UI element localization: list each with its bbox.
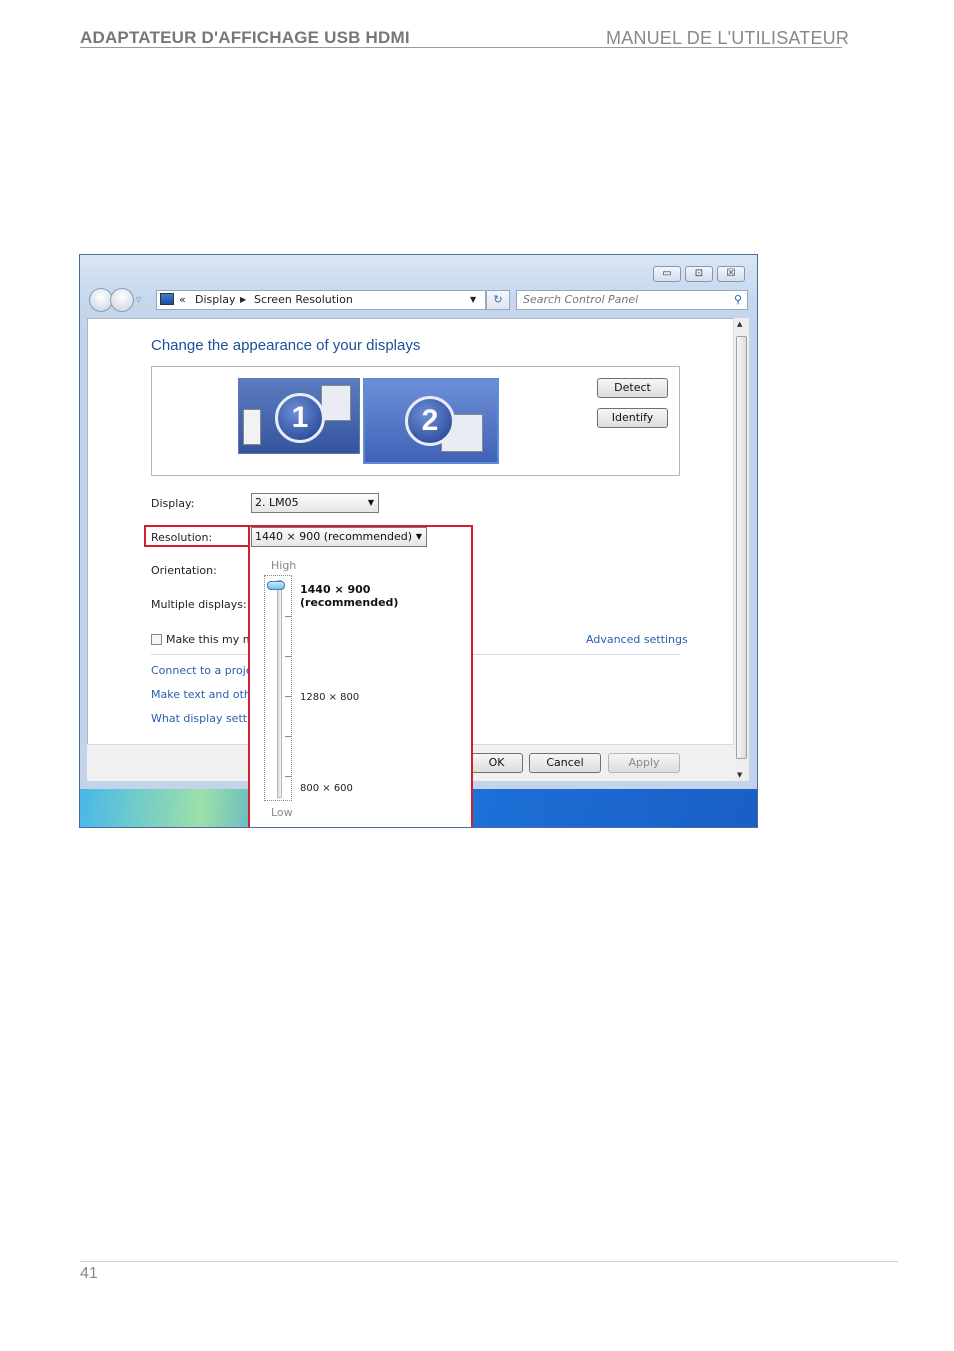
document-header-title: ADAPTATEUR D'AFFICHAGE USB HDMI (80, 28, 410, 47)
search-placeholder: Search Control Panel (523, 293, 639, 306)
apply-button[interactable]: Apply (608, 753, 680, 773)
address-dropdown-icon[interactable]: ▼ (470, 291, 476, 309)
text-size-link[interactable]: Make text and othe (151, 688, 249, 701)
forward-button[interactable] (110, 288, 134, 312)
scroll-up-icon[interactable]: ▲ (737, 320, 742, 328)
document-header-subtitle: MANUEL DE L'UTILISATEUR (606, 28, 850, 48)
address-bar[interactable]: « Display ▶ Screen Resolution ▼ (156, 290, 486, 310)
identify-button[interactable]: Identify (597, 408, 668, 428)
search-input[interactable]: Search Control Panel ⚲ (516, 290, 748, 310)
multiple-displays-label: Multiple displays: (151, 598, 247, 611)
breadcrumb-screen-resolution[interactable]: Screen Resolution (254, 291, 353, 309)
monitor-1-window-icon (243, 409, 261, 445)
close-button[interactable]: ☒ (717, 266, 745, 282)
display-label: Display: (151, 497, 195, 510)
header-rule (80, 47, 842, 48)
navigation-buttons: ▽ (89, 288, 141, 312)
detect-button[interactable]: Detect (597, 378, 668, 398)
minimize-button[interactable]: ▭ (653, 266, 681, 282)
address-chevrons: « (179, 293, 186, 306)
chevron-down-icon: ▼ (367, 498, 374, 507)
breadcrumb-separator-icon[interactable]: ▶ (240, 291, 246, 309)
page-title: Change the appearance of your displays (151, 337, 421, 354)
monitor-2-badge: 2 (405, 396, 455, 446)
breadcrumb-display[interactable]: Display (195, 291, 236, 309)
minimize-icon: ▭ (662, 268, 672, 279)
scroll-down-icon[interactable]: ▼ (737, 771, 742, 779)
refresh-icon: ↻ (493, 293, 503, 306)
recent-pages-icon[interactable]: ▽ (136, 296, 141, 304)
resolution-select-value: 1440 × 900 (recommended) (255, 530, 413, 543)
monitor-1[interactable]: 1 (238, 378, 360, 454)
display-settings-help-link[interactable]: What display settin (151, 712, 249, 725)
monitor-1-badge: 1 (275, 393, 325, 443)
refresh-button[interactable]: ↻ (486, 290, 510, 310)
main-display-checkbox[interactable] (151, 634, 162, 645)
vertical-scrollbar[interactable]: ▲ ▼ (733, 318, 749, 781)
monitor-2[interactable]: 2 (363, 378, 499, 464)
footer-rule (80, 1261, 898, 1262)
resolution-label-highlight (144, 525, 250, 547)
maximize-icon: ⊡ (694, 268, 704, 279)
monitor-arrangement: 1 2 Detect Identify (151, 366, 680, 476)
page-number: 41 (80, 1265, 98, 1282)
advanced-settings-link[interactable]: Advanced settings (586, 633, 688, 646)
close-icon: ☒ (726, 268, 736, 279)
monitor-1-panel-icon (321, 385, 351, 421)
connect-projector-link[interactable]: Connect to a projec (151, 664, 249, 677)
main-display-checkbox-label: Make this my m (166, 633, 254, 646)
screen-resolution-window: ▭ ⊡ ☒ ▽ « Display ▶ Screen Resolution ▼ … (79, 254, 758, 828)
display-select[interactable]: 2. LM05 ▼ (251, 493, 379, 513)
chevron-down-icon: ▼ (415, 532, 422, 541)
resolution-dropdown-highlight (248, 525, 473, 827)
search-icon: ⚲ (733, 293, 742, 306)
scroll-thumb[interactable] (736, 336, 747, 759)
orientation-label: Orientation: (151, 564, 217, 577)
resolution-select[interactable]: 1440 × 900 (recommended) ▼ (251, 527, 427, 547)
display-select-value: 2. LM05 (255, 496, 299, 509)
cancel-button[interactable]: Cancel (529, 753, 601, 773)
control-panel-icon (160, 293, 174, 305)
ok-button[interactable]: OK (470, 753, 523, 773)
maximize-button[interactable]: ⊡ (685, 266, 713, 282)
